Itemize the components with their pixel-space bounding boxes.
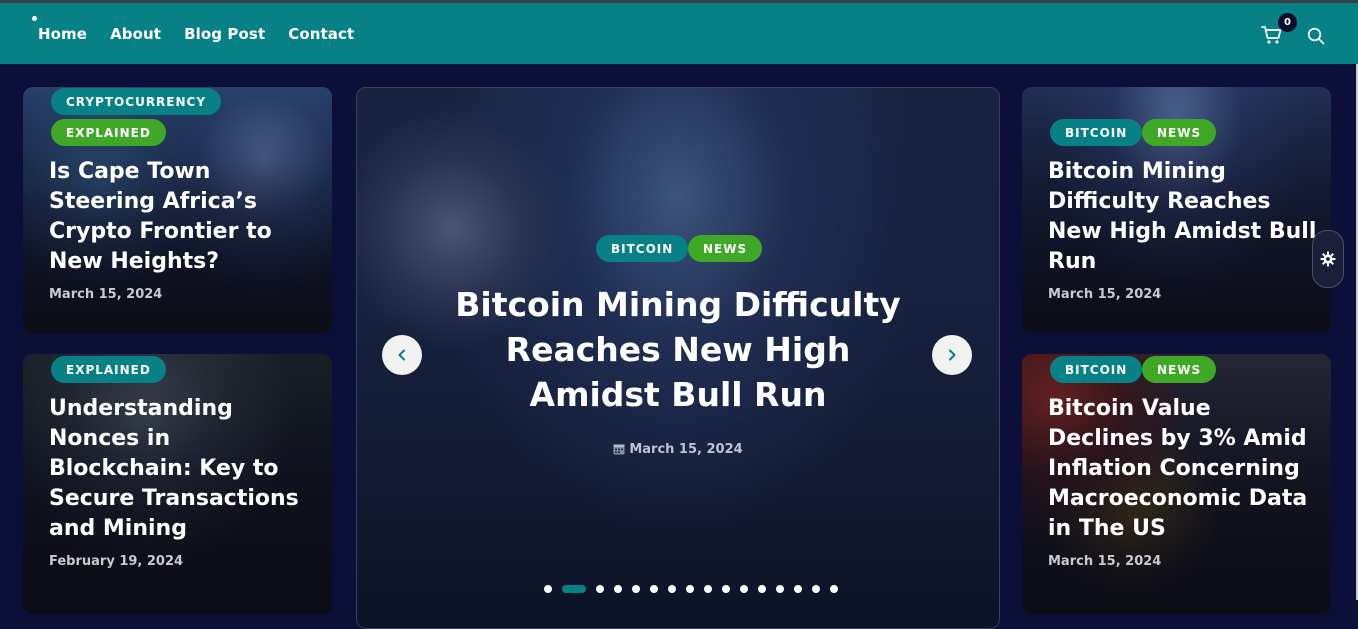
post-date: March 15, 2024 bbox=[1048, 554, 1162, 569]
chevron-right-icon bbox=[949, 349, 956, 361]
slider-dot[interactable] bbox=[544, 585, 552, 593]
slider-pagination bbox=[544, 585, 848, 593]
category-pill-explained[interactable]: EXPLAINED bbox=[51, 119, 166, 146]
featured-post-date-text: March 15, 2024 bbox=[629, 442, 743, 457]
slider-prev-button[interactable] bbox=[382, 335, 422, 375]
post-card-nonces[interactable]: EXPLAINED Understanding Nonces in Blockc… bbox=[23, 354, 332, 614]
nav-menu: Home About Blog Post Contact bbox=[38, 3, 377, 64]
top-navbar: Home About Blog Post Contact 0 bbox=[0, 3, 1358, 64]
nav-link-blog-post[interactable]: Blog Post bbox=[184, 25, 265, 43]
post-card-value-declines[interactable]: BITCOIN NEWS Bitcoin Value Declines by 3… bbox=[1022, 354, 1331, 614]
slider-next-button[interactable] bbox=[932, 335, 972, 375]
post-date: February 19, 2024 bbox=[49, 554, 184, 569]
slider-dot[interactable] bbox=[614, 585, 622, 593]
slider-dot[interactable] bbox=[812, 585, 820, 593]
category-pill-news[interactable]: NEWS bbox=[688, 235, 763, 262]
settings-toggle[interactable] bbox=[1312, 230, 1344, 288]
category-pill-news[interactable]: NEWS bbox=[1142, 119, 1217, 146]
featured-post-slider: BITCOIN NEWS Bitcoin Mining Difficulty R… bbox=[356, 87, 1000, 629]
nav-link-about[interactable]: About bbox=[110, 25, 161, 43]
post-title[interactable]: Is Cape Town Steering Africa’s Crypto Fr… bbox=[49, 157, 319, 277]
nav-indicator-dot bbox=[32, 16, 37, 21]
post-card-mining-difficulty[interactable]: BITCOIN NEWS Bitcoin Mining Difficulty R… bbox=[1022, 87, 1331, 333]
post-card-cape-town[interactable]: CRYPTOCURRENCY EXPLAINED Is Cape Town St… bbox=[23, 87, 332, 333]
slider-dot[interactable] bbox=[686, 585, 694, 593]
cart-count-badge: 0 bbox=[1278, 13, 1297, 32]
slider-dot[interactable] bbox=[722, 585, 730, 593]
post-title[interactable]: Bitcoin Value Declines by 3% Amid Inflat… bbox=[1048, 394, 1323, 544]
slider-dot[interactable] bbox=[776, 585, 784, 593]
slider-dot[interactable] bbox=[758, 585, 766, 593]
post-title[interactable]: Understanding Nonces in Blockchain: Key … bbox=[49, 394, 319, 544]
slider-dot[interactable] bbox=[596, 585, 604, 593]
featured-post-title[interactable]: Bitcoin Mining Difficulty Reaches New Hi… bbox=[437, 282, 919, 417]
slider-dot[interactable] bbox=[830, 585, 838, 593]
post-title[interactable]: Bitcoin Mining Difficulty Reaches New Hi… bbox=[1048, 157, 1323, 277]
slider-dot[interactable] bbox=[740, 585, 748, 593]
category-pill-explained[interactable]: EXPLAINED bbox=[51, 356, 166, 383]
post-date: March 15, 2024 bbox=[1048, 287, 1162, 302]
nav-link-home[interactable]: Home bbox=[38, 25, 87, 43]
slider-dot[interactable] bbox=[704, 585, 712, 593]
category-pill-news[interactable]: NEWS bbox=[1142, 356, 1217, 383]
category-pill-bitcoin[interactable]: BITCOIN bbox=[596, 235, 689, 262]
slider-dot[interactable] bbox=[632, 585, 640, 593]
calendar-icon bbox=[613, 444, 625, 455]
category-pill-bitcoin[interactable]: BITCOIN bbox=[1050, 119, 1143, 146]
gear-icon bbox=[1320, 251, 1336, 267]
slider-dot[interactable] bbox=[562, 585, 586, 593]
nav-link-contact[interactable]: Contact bbox=[288, 25, 354, 43]
category-pill-cryptocurrency[interactable]: CRYPTOCURRENCY bbox=[51, 88, 222, 115]
slider-dot[interactable] bbox=[650, 585, 658, 593]
search-icon[interactable] bbox=[1307, 27, 1325, 45]
category-pill-bitcoin[interactable]: BITCOIN bbox=[1050, 356, 1143, 383]
featured-post-date: March 15, 2024 bbox=[357, 442, 999, 457]
post-date: March 15, 2024 bbox=[49, 287, 163, 302]
slider-dot[interactable] bbox=[794, 585, 802, 593]
chevron-left-icon bbox=[398, 349, 405, 361]
slider-dot[interactable] bbox=[668, 585, 676, 593]
